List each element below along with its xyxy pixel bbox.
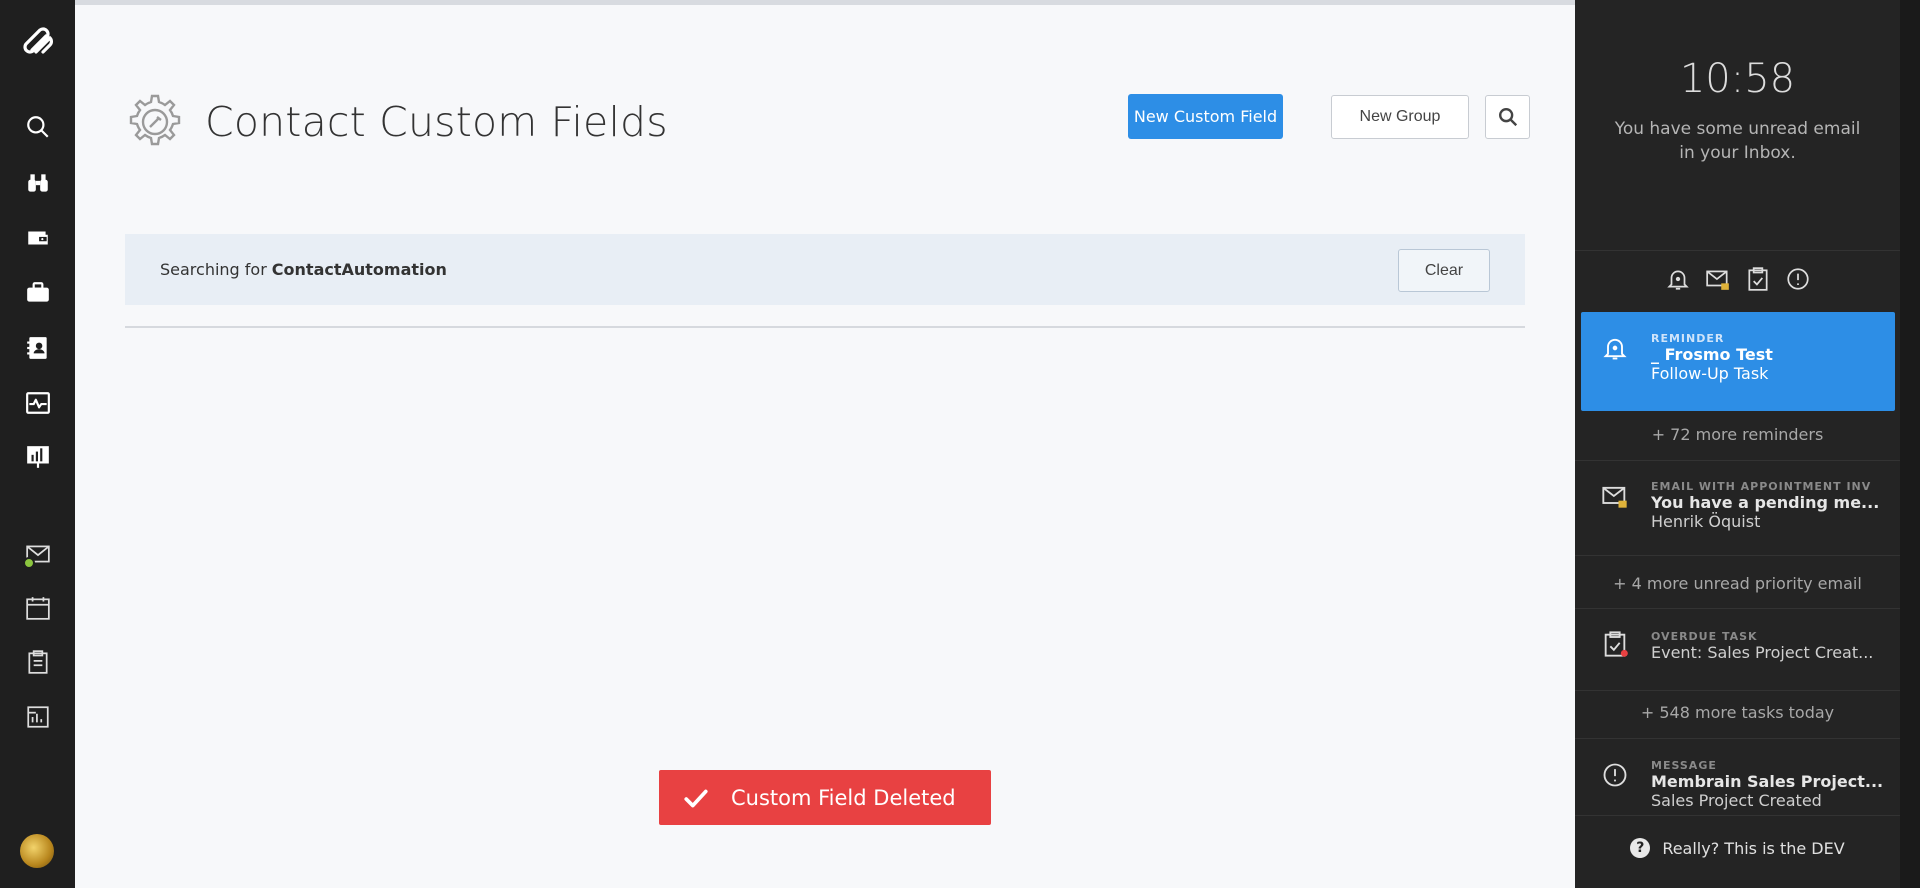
calendar-icon[interactable] — [21, 591, 55, 625]
page-title: Contact Custom Fields — [205, 98, 668, 146]
notification-panel: 10:58 You have some unread email in your… — [1575, 0, 1920, 888]
app-logo-icon[interactable] — [16, 18, 60, 62]
notification-item-reminder[interactable]: REMINDER _ Frosmo Test Follow-Up Task — [1581, 312, 1895, 411]
item-category: OVERDUE TASK — [1651, 630, 1758, 643]
info-icon — [1601, 761, 1631, 791]
item-title: Membrain Sales Project... — [1651, 772, 1884, 791]
item-subtitle: Follow-Up Task — [1651, 364, 1769, 383]
toast-notification: Custom Field Deleted — [659, 770, 991, 825]
info-icon[interactable] — [1784, 265, 1812, 293]
activity-icon[interactable] — [21, 386, 55, 420]
divider — [1575, 555, 1900, 556]
wallet-icon[interactable] — [21, 221, 55, 255]
briefcase-icon[interactable] — [21, 276, 55, 310]
bell-icon — [1601, 334, 1631, 364]
scrollbar-track — [1900, 0, 1920, 888]
divider — [1575, 460, 1900, 461]
top-progress-line — [75, 0, 1575, 5]
divider — [1575, 250, 1900, 251]
mail-lock-icon — [1601, 482, 1631, 512]
help-icon: ? — [1630, 838, 1651, 858]
page-header: Contact Custom Fields — [125, 92, 668, 152]
divider — [1575, 815, 1900, 816]
clock: 10:58 — [1679, 56, 1796, 102]
new-custom-field-button[interactable]: New Custom Field — [1128, 94, 1283, 139]
search-button[interactable] — [1485, 95, 1530, 139]
search-icon[interactable] — [21, 110, 55, 144]
item-category: EMAIL WITH APPOINTMENT INV — [1651, 480, 1872, 493]
clipboard-icon[interactable] — [21, 645, 55, 679]
item-subtitle: Henrik Öquist — [1651, 512, 1761, 531]
main-content: Contact Custom Fields New Custom Field N… — [75, 0, 1575, 888]
binoculars-icon[interactable] — [21, 166, 55, 200]
search-term: ContactAutomation — [271, 260, 447, 279]
search-filter-bar: Searching for ContactAutomation Clear — [125, 234, 1525, 305]
divider — [1575, 690, 1900, 691]
item-category: MESSAGE — [1651, 759, 1717, 772]
clock-message: You have some unread email in your Inbox… — [1614, 119, 1861, 163]
checkmark-icon — [684, 789, 708, 807]
clear-button[interactable]: Clear — [1398, 249, 1490, 292]
contacts-icon[interactable] — [21, 331, 55, 365]
report-icon[interactable] — [21, 700, 55, 734]
notification-item-message[interactable]: MESSAGE Membrain Sales Project... Sales … — [1581, 759, 1895, 814]
bell-icon[interactable] — [1664, 265, 1692, 293]
presentation-icon[interactable] — [21, 440, 55, 474]
divider — [125, 326, 1525, 328]
divider — [1575, 608, 1900, 609]
notification-filters — [1575, 265, 1900, 293]
help-bar[interactable]: ? Really? This is the DEV — [1575, 838, 1900, 858]
item-category: REMINDER — [1651, 332, 1725, 345]
avatar[interactable] — [20, 834, 54, 868]
more-tasks-link[interactable]: + 548 more tasks today — [1575, 703, 1900, 722]
toast-message: Custom Field Deleted — [731, 785, 956, 810]
item-subtitle: Sales Project Created — [1651, 791, 1822, 810]
more-email-link[interactable]: + 4 more unread priority email — [1575, 574, 1900, 593]
divider — [1575, 738, 1900, 739]
mail-lock-icon[interactable] — [1704, 265, 1732, 293]
online-status-dot — [23, 557, 35, 569]
gear-icon — [129, 94, 181, 146]
more-reminders-link[interactable]: + 72 more reminders — [1575, 425, 1900, 444]
left-nav — [0, 0, 75, 888]
search-prefix: Searching for — [160, 260, 267, 279]
item-subtitle: Event: Sales Project Creat... — [1651, 643, 1874, 662]
notification-item-email[interactable]: EMAIL WITH APPOINTMENT INV You have a pe… — [1581, 480, 1895, 531]
clipboard-check-icon[interactable] — [1744, 265, 1772, 293]
search-icon — [1498, 108, 1517, 127]
clipboard-check-icon — [1601, 630, 1631, 660]
item-title: _ Frosmo Test — [1651, 345, 1773, 364]
notification-item-task[interactable]: OVERDUE TASK Event: Sales Project Creat.… — [1581, 630, 1895, 662]
new-group-button[interactable]: New Group — [1331, 95, 1469, 139]
help-text: Really? This is the DEV — [1662, 838, 1845, 858]
item-title: You have a pending me... — [1651, 493, 1880, 512]
